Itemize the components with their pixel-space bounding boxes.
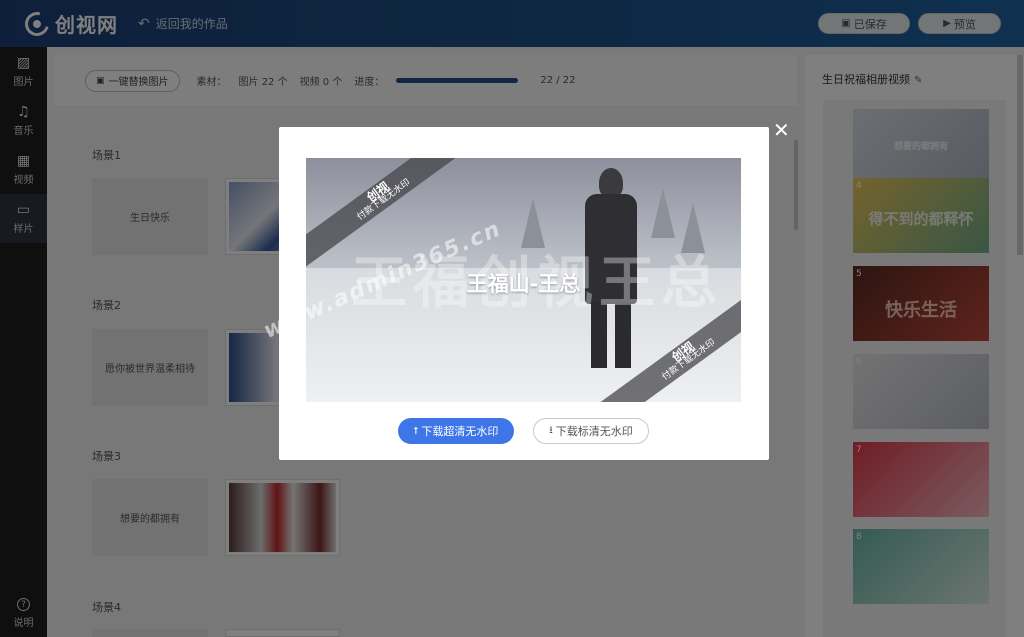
close-icon[interactable]: ✕ bbox=[773, 120, 790, 140]
tree-shape bbox=[651, 188, 675, 238]
download-hd-label: 下载超清无水印 bbox=[421, 425, 499, 438]
download-sd-button[interactable]: ⭳ 下载标清无水印 bbox=[533, 418, 649, 444]
download-sd-label: 下载标清无水印 bbox=[555, 425, 633, 438]
upload-arrow-icon: ⭡ bbox=[413, 425, 419, 437]
download-icon: ⭳ bbox=[549, 424, 553, 436]
download-hd-button[interactable]: ⭡ 下载超清无水印 bbox=[398, 418, 514, 444]
